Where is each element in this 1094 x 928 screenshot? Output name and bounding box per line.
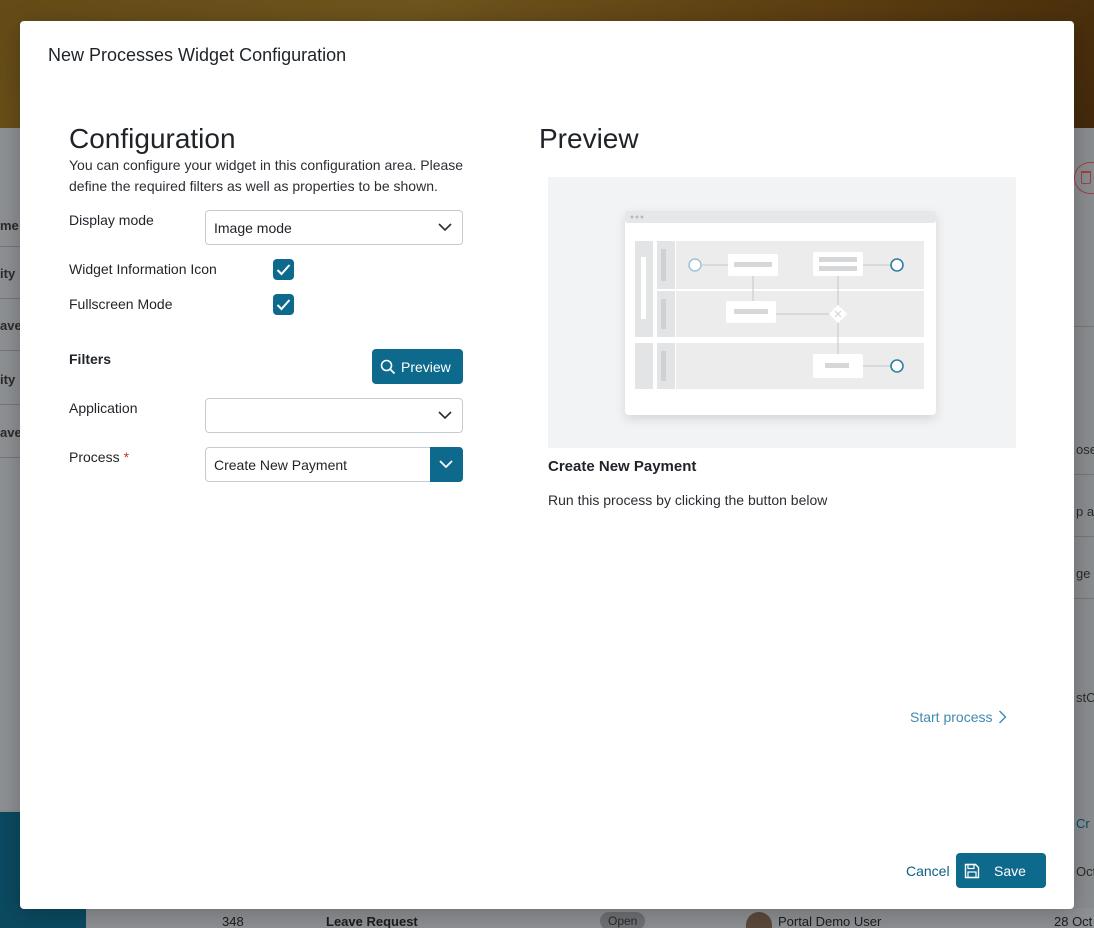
- process-value: Create New Payment: [214, 457, 348, 473]
- display-mode-select[interactable]: Image mode: [205, 210, 463, 245]
- process-select[interactable]: Create New Payment: [205, 447, 463, 482]
- configuration-description: You can configure your widget in this co…: [69, 157, 464, 194]
- display-mode-value: Image mode: [214, 220, 292, 236]
- background-left-text: ave: [0, 425, 20, 440]
- fullscreen-mode-label: Fullscreen Mode: [69, 296, 173, 312]
- search-icon: [380, 359, 396, 375]
- configuration-heading: Configuration: [69, 123, 236, 154]
- background-row-date: 28 Oct: [1054, 914, 1093, 928]
- background-left-text: ave: [0, 318, 20, 333]
- background-right-text: stCa: [1076, 690, 1094, 705]
- process-preview-image: [548, 177, 1016, 448]
- preview-process-title: Create New Payment: [548, 458, 697, 475]
- background-divider: [0, 246, 20, 247]
- background-divider: [0, 298, 20, 299]
- cancel-button[interactable]: Cancel: [906, 863, 950, 879]
- chevron-down-icon: [438, 223, 452, 232]
- start-process-label: Start process: [910, 709, 993, 725]
- background-right-text: ose: [1076, 442, 1094, 457]
- preview-process-description: Run this process by clicking the button …: [548, 492, 828, 508]
- background-divider: [1074, 598, 1094, 599]
- background-right-text: ge: [1076, 566, 1091, 581]
- background-row-user: Portal Demo User: [778, 914, 882, 928]
- chevron-down-icon: [439, 460, 453, 469]
- application-select[interactable]: [205, 398, 463, 433]
- background-divider: [1074, 536, 1094, 537]
- process-label: Process *: [69, 449, 129, 465]
- checkmark-icon: [276, 299, 291, 311]
- filters-heading: Filters: [69, 351, 112, 367]
- save-button-label: Save: [994, 863, 1026, 879]
- dialog-title: New Processes Widget Configuration: [48, 45, 347, 65]
- process-label-text: Process: [69, 449, 120, 465]
- preview-button-label: Preview: [401, 359, 451, 375]
- widget-info-icon-checkbox[interactable]: [273, 259, 294, 280]
- preview-button[interactable]: Preview: [372, 349, 463, 384]
- preview-heading: Preview: [539, 123, 639, 154]
- chevron-right-icon: [999, 710, 1007, 724]
- display-mode-label: Display mode: [69, 212, 154, 228]
- background-right-text: p al: [1076, 504, 1094, 519]
- background-divider: [0, 404, 20, 405]
- background-status-badge: Open: [600, 912, 646, 928]
- process-diagram-illustration: [625, 211, 936, 415]
- background-divider: [1074, 326, 1094, 327]
- save-button[interactable]: Save: [956, 853, 1046, 888]
- required-mark: *: [123, 449, 130, 465]
- process-dropdown-toggle[interactable]: [430, 447, 463, 482]
- background-left-text: ity: [0, 372, 16, 387]
- background-left-text: ity: [0, 266, 16, 281]
- fullscreen-mode-checkbox[interactable]: [273, 294, 294, 315]
- widget-info-icon-label: Widget Information Icon: [69, 261, 217, 277]
- background-right-text: Cr: [1076, 816, 1090, 831]
- background-row-id: 348: [222, 914, 244, 928]
- floppy-disk-icon: [964, 863, 980, 879]
- background-divider: [0, 350, 20, 351]
- start-process-link[interactable]: Start process: [910, 709, 1007, 725]
- background-divider: [1074, 474, 1094, 475]
- background-right-text: Oct: [1076, 864, 1094, 879]
- background-table-row: 348 Leave Request Open Portal Demo User …: [86, 908, 1094, 928]
- background-left-text: me: [0, 218, 19, 233]
- checkmark-icon: [276, 264, 291, 276]
- chevron-down-icon: [438, 411, 452, 420]
- avatar: [746, 912, 772, 928]
- background-row-title: Leave Request: [326, 914, 418, 928]
- widget-configuration-dialog: New Processes Widget Configuration Confi…: [20, 21, 1074, 909]
- background-divider: [0, 457, 20, 458]
- application-label: Application: [69, 400, 138, 416]
